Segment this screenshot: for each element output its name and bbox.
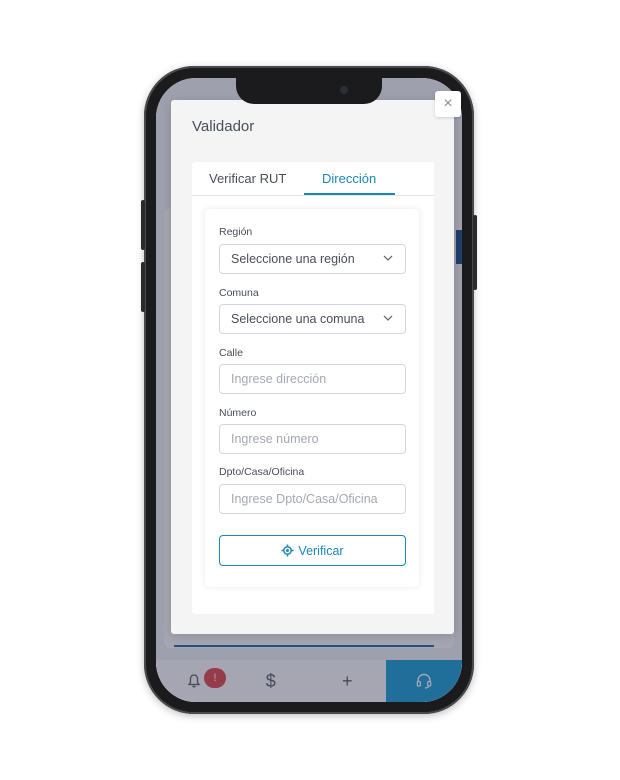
- verify-button-label: Verificar: [298, 543, 344, 558]
- tab-verificar-rut[interactable]: Verificar RUT: [209, 171, 286, 186]
- region-label: Región: [219, 226, 253, 238]
- numero-input[interactable]: Ingrese número: [219, 424, 406, 454]
- chevron-down-icon: [383, 315, 393, 321]
- calle-placeholder: Ingrese dirección: [231, 372, 327, 386]
- dpto-input[interactable]: Ingrese Dpto/Casa/Oficina: [219, 484, 406, 514]
- close-button[interactable]: ×: [435, 91, 461, 117]
- comuna-label: Comuna: [219, 287, 259, 299]
- active-tab-indicator: [304, 193, 395, 195]
- close-icon: ×: [443, 95, 453, 112]
- calle-label: Calle: [219, 347, 243, 359]
- modal-title: Validador: [192, 118, 255, 135]
- location-target-icon: [281, 544, 294, 557]
- phone-power-button: [473, 215, 477, 290]
- tab-bar: Verificar RUT Dirección: [192, 162, 434, 196]
- numero-label: Número: [219, 407, 257, 419]
- chevron-down-icon: [383, 255, 393, 261]
- phone-volume-button: [141, 200, 145, 250]
- validator-panel: Verificar RUT Dirección Región Seleccion…: [192, 162, 434, 614]
- dpto-placeholder: Ingrese Dpto/Casa/Oficina: [231, 492, 378, 506]
- tab-direccion[interactable]: Dirección: [322, 171, 376, 186]
- address-form: Región Seleccione una región Comuna Sele…: [205, 209, 419, 587]
- verify-button[interactable]: Verificar: [219, 535, 406, 566]
- dpto-label: Dpto/Casa/Oficina: [219, 466, 305, 478]
- numero-placeholder: Ingrese número: [231, 432, 319, 446]
- comuna-select[interactable]: Seleccione una comuna: [219, 304, 406, 334]
- comuna-select-value: Seleccione una comuna: [231, 312, 365, 326]
- phone-camera: [340, 86, 348, 94]
- calle-input[interactable]: Ingrese dirección: [219, 364, 406, 394]
- region-select-value: Seleccione una región: [231, 252, 355, 266]
- phone-volume-button: [141, 262, 145, 312]
- region-select[interactable]: Seleccione una región: [219, 244, 406, 274]
- phone-notch: [236, 78, 382, 104]
